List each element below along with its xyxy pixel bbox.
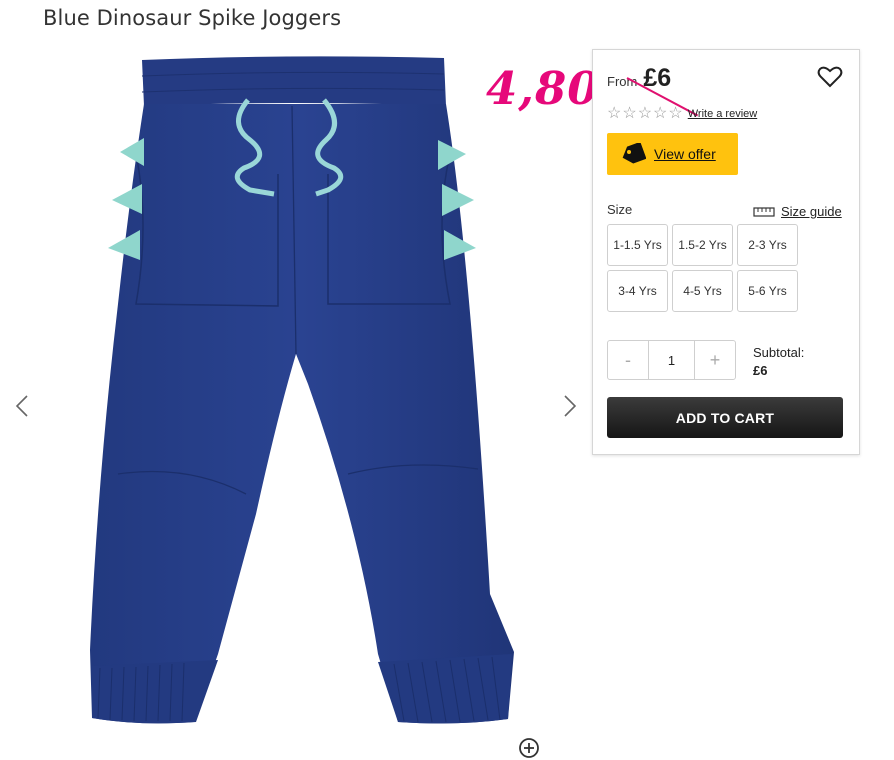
old-price: £6 [626, 64, 699, 117]
star-icon: ☆ [653, 105, 668, 122]
price-tag-icon [622, 143, 646, 164]
view-offer-label: View offer [654, 146, 716, 162]
star-icon: ☆ [622, 105, 637, 122]
size-option[interactable]: 2-3 Yrs [737, 224, 798, 266]
size-label: Size [607, 202, 633, 217]
sale-price-annotation: 4,80 [486, 62, 600, 115]
decrease-quantity-button[interactable]: - [608, 341, 648, 379]
quantity-stepper: - 1 + [607, 340, 736, 380]
quantity-value[interactable]: 1 [648, 341, 695, 379]
subtotal: Subtotal: £6 [753, 344, 804, 380]
chevron-left-icon[interactable] [10, 386, 34, 426]
subtotal-value: £6 [753, 363, 768, 378]
purchase-panel: From £6 ☆ ☆ ☆ ☆ ☆ Write a review View of… [592, 49, 860, 455]
zoom-icon[interactable] [517, 736, 541, 760]
price-row: From £6 [607, 64, 699, 117]
product-title: Blue Dinosaur Spike Joggers [43, 6, 342, 30]
size-guide-label: Size guide [781, 204, 842, 219]
size-option[interactable]: 1-1.5 Yrs [607, 224, 668, 266]
heart-icon[interactable] [817, 65, 843, 89]
chevron-right-icon[interactable] [558, 386, 582, 426]
size-options: 1-1.5 Yrs 1.5-2 Yrs 2-3 Yrs 3-4 Yrs 4-5 … [607, 224, 798, 312]
subtotal-label: Subtotal: [753, 345, 805, 360]
star-rating: ☆ ☆ ☆ ☆ ☆ [607, 106, 683, 122]
star-icon: ☆ [668, 105, 683, 122]
star-icon: ☆ [637, 105, 653, 122]
size-option[interactable]: 4-5 Yrs [672, 270, 733, 312]
product-image [90, 56, 514, 724]
write-review-link[interactable]: Write a review [688, 108, 757, 120]
size-guide-link[interactable]: Size guide [753, 204, 842, 219]
size-option[interactable]: 1.5-2 Yrs [672, 224, 733, 266]
size-option[interactable]: 3-4 Yrs [607, 270, 668, 312]
increase-quantity-button[interactable]: + [695, 341, 735, 379]
ruler-icon [753, 206, 775, 217]
rating-row: ☆ ☆ ☆ ☆ ☆ Write a review [607, 106, 757, 122]
add-to-cart-button[interactable]: ADD TO CART [607, 397, 843, 438]
star-icon: ☆ [607, 105, 622, 122]
product-gallery [0, 40, 590, 758]
view-offer-button[interactable]: View offer [607, 133, 738, 175]
size-option[interactable]: 5-6 Yrs [737, 270, 798, 312]
